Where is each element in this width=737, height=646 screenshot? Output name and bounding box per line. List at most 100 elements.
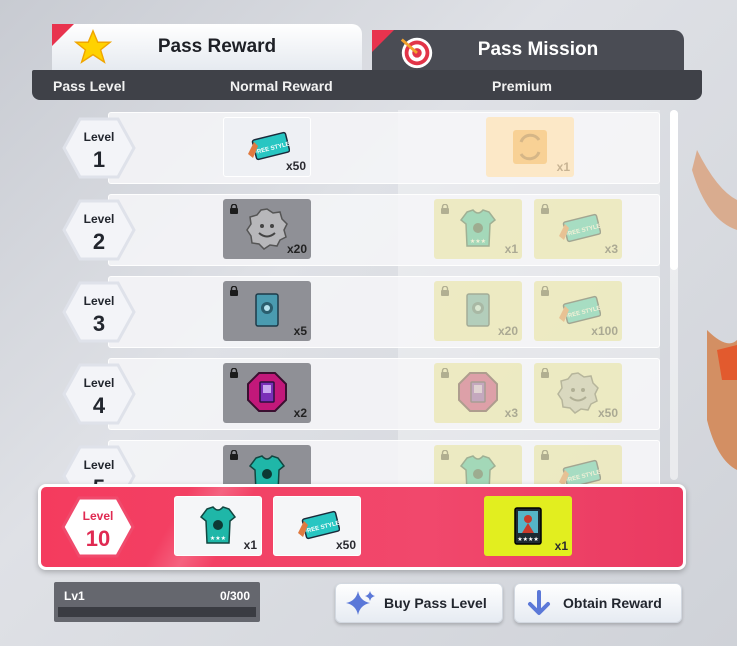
refresh-skill-icon: [513, 130, 547, 164]
reward-count: x1: [556, 160, 570, 174]
current-normal-reward-item[interactable]: ★★★ x1: [174, 496, 262, 556]
buy-pass-level-button[interactable]: Buy Pass Level: [335, 583, 503, 623]
level-number: 2: [92, 229, 106, 254]
reward-count: x20: [497, 324, 518, 338]
level-label: Level: [83, 294, 115, 308]
premium-reward-item[interactable]: FREE STYLE x100: [534, 281, 622, 341]
free-style-ticket-icon: FREE STYLE: [559, 213, 601, 243]
lock-icon: [230, 450, 238, 460]
obtain-reward-label: Obtain Reward: [563, 595, 662, 611]
free-style-ticket-icon: FREE STYLE: [248, 131, 290, 161]
normal-reward-item[interactable]: x5: [223, 281, 311, 341]
level-badge: Level 4: [62, 363, 136, 425]
reward-table-header: Pass Level Normal Reward Premium: [32, 70, 702, 100]
lock-icon: [441, 368, 449, 378]
header-normal-reward: Normal Reward: [230, 78, 333, 94]
tab-pass-reward[interactable]: Pass Reward: [52, 24, 362, 70]
premium-reward-item[interactable]: ★★★ x1: [434, 199, 522, 259]
normal-reward-item[interactable]: x20: [223, 199, 311, 259]
tab-pass-mission-label: Pass Mission: [477, 39, 599, 60]
scrollbar[interactable]: [670, 110, 678, 480]
level-label: Level: [83, 376, 115, 390]
lock-icon: [441, 204, 449, 214]
reward-count: x1: [504, 242, 518, 256]
reward-count: x5: [293, 324, 307, 338]
purple-card-box-icon: [247, 372, 287, 412]
lock-icon: [541, 450, 549, 460]
level-label: Level: [83, 212, 115, 226]
reward-row: [108, 112, 660, 184]
level-badge: Level 3: [62, 281, 136, 343]
lock-icon: [230, 368, 238, 378]
buy-pass-level-label: Buy Pass Level: [384, 595, 487, 611]
premium-reward-item[interactable]: x50: [534, 363, 622, 423]
progress-level-label: Lv1: [64, 589, 85, 603]
smiley-coin-icon: [557, 372, 599, 414]
level-badge: Level 1: [62, 117, 136, 179]
card-pack-icon: [255, 293, 279, 327]
svg-text:★★★: ★★★: [210, 535, 226, 542]
current-normal-reward-item[interactable]: FREE STYLE x50: [273, 496, 361, 556]
svg-text:★★★: ★★★: [470, 238, 486, 245]
premium-reward-item[interactable]: FREE STYLE: [534, 445, 622, 486]
jersey-icon: ★★★: [459, 455, 497, 486]
lock-icon: [441, 450, 449, 460]
smiley-coin-icon: [246, 208, 288, 250]
arrow-down-icon: [528, 590, 550, 615]
premium-reward-item[interactable]: x20: [434, 281, 522, 341]
player-card-icon: ★★★★: [514, 507, 542, 545]
jersey-icon: ★★★: [199, 506, 237, 544]
reward-count: x3: [504, 406, 518, 420]
star-icon: [74, 28, 112, 64]
current-level-bar: Level 10 ★★★ x1 FREE STYLE x50 ★★★★ x1: [38, 484, 686, 570]
lock-icon: [541, 204, 549, 214]
lock-icon: [230, 286, 238, 296]
header-premium: Premium: [492, 78, 552, 94]
lock-icon: [441, 286, 449, 296]
tab-pass-reward-label: Pass Reward: [157, 36, 277, 57]
tab-pass-mission[interactable]: Pass Mission: [372, 30, 684, 70]
normal-reward-item[interactable]: FREE STYLE x50: [223, 117, 311, 177]
reward-count: x2: [293, 406, 307, 420]
lock-icon: [541, 368, 549, 378]
reward-count: x20: [286, 242, 307, 256]
current-premium-reward-item[interactable]: ★★★★ x1: [484, 496, 572, 556]
reward-count: x3: [604, 242, 618, 256]
level-number: 3: [92, 311, 106, 336]
tab-corner-accent: [52, 24, 74, 46]
reward-count: x50: [285, 159, 306, 173]
premium-reward-item[interactable]: FREE STYLE x3: [534, 199, 622, 259]
header-pass-level: Pass Level: [53, 78, 126, 94]
pass-progress: Lv1 0/300: [54, 582, 260, 622]
sparkle-icon: [346, 591, 375, 615]
level-number: 10: [85, 526, 111, 551]
premium-reward-item[interactable]: x3: [434, 363, 522, 423]
obtain-reward-button[interactable]: Obtain Reward: [514, 583, 682, 623]
level-number: 4: [92, 393, 106, 418]
reward-list[interactable]: Level 1 FREE STYLE x50 x1 Level 2 x20 ★★★ x1 FR…: [60, 110, 680, 486]
normal-reward-item[interactable]: x2: [223, 363, 311, 423]
level-badge: Level 2: [62, 199, 136, 261]
svg-text:★★★★: ★★★★: [517, 536, 539, 543]
normal-reward-item[interactable]: ★★★: [223, 445, 311, 486]
reward-count: x1: [243, 538, 257, 552]
scroll-thumb[interactable]: [670, 110, 678, 270]
jersey-icon: ★★★: [459, 209, 497, 247]
free-style-ticket-icon: FREE STYLE: [298, 510, 340, 540]
progress-track: [58, 607, 256, 617]
card-pack-icon: [466, 293, 490, 327]
reward-count: x50: [335, 538, 356, 552]
level-label: Level: [82, 509, 114, 523]
target-icon: [400, 37, 433, 69]
lock-icon: [230, 204, 238, 214]
free-style-ticket-icon: FREE STYLE: [559, 459, 601, 486]
premium-reward-item[interactable]: ★★★: [434, 445, 522, 486]
level-number: 1: [92, 147, 106, 172]
premium-reward-item[interactable]: x1: [486, 117, 574, 177]
jersey-icon: ★★★: [248, 455, 286, 486]
level-label: Level: [83, 130, 115, 144]
reward-count: x1: [554, 539, 568, 553]
player-artwork: [692, 150, 737, 470]
progress-value: 0/300: [219, 589, 250, 603]
lock-icon: [541, 286, 549, 296]
